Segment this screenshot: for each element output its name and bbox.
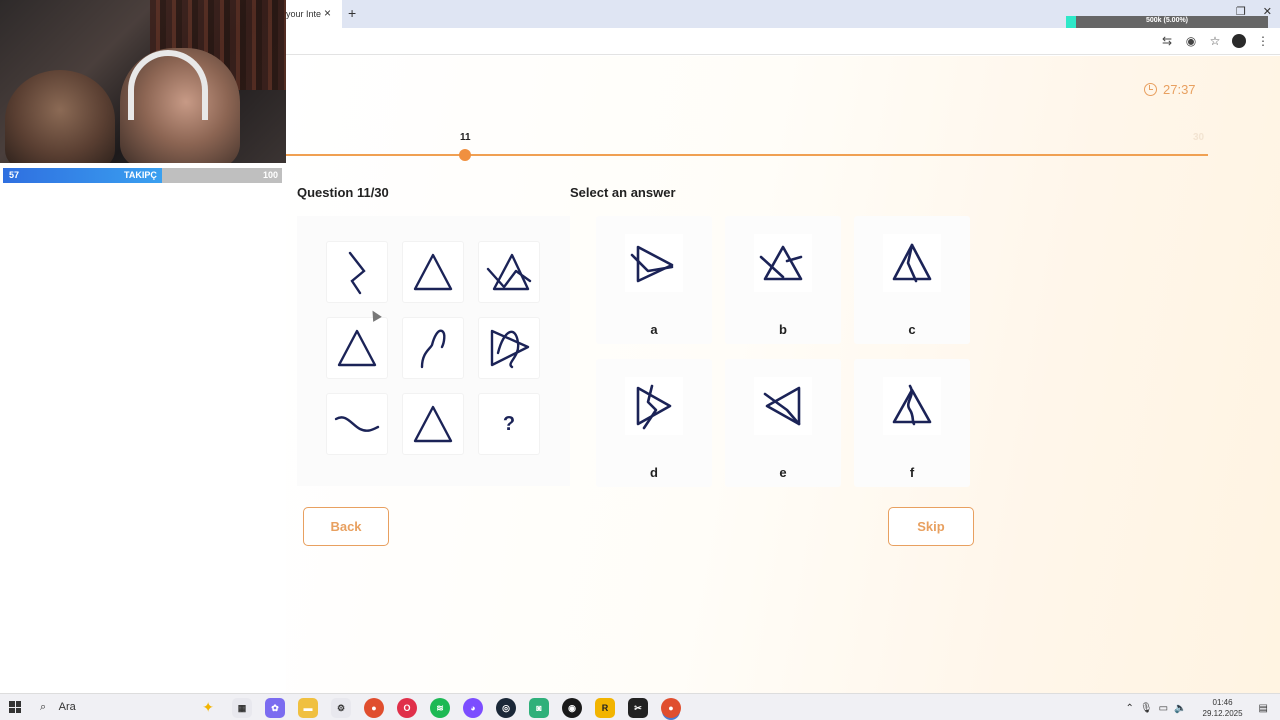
stream-goal-text: 500k (5.00%) <box>1145 17 1189 24</box>
answer-option-c[interactable]: c <box>854 216 970 344</box>
new-tab-button[interactable]: + <box>348 5 356 21</box>
taskbar-search[interactable]: ⌕ Ara ✦ <box>32 697 222 718</box>
chrome-active-icon[interactable]: ● <box>661 698 681 718</box>
follower-label: TAKIPÇ <box>124 170 157 180</box>
steam-icon[interactable]: ◎ <box>496 698 516 718</box>
puzzle-cell-triangle <box>402 241 464 303</box>
follower-goal: 100 <box>262 170 278 180</box>
answer-option-f[interactable]: f <box>854 359 970 487</box>
answer-label: e <box>779 465 787 480</box>
puzzle-cell-tangled-triangle <box>478 317 540 379</box>
webcam-overlay <box>0 0 286 163</box>
taskbar-clock[interactable]: 01:46 29.12.2025 <box>1203 697 1243 719</box>
taskbar-time: 01:46 <box>1212 698 1233 707</box>
answer-label: b <box>779 322 787 337</box>
puzzle-cell-question: ? <box>478 393 540 455</box>
follower-goal-bar: 57 TAKIPÇ 100 <box>3 168 282 183</box>
translate-icon[interactable]: ⇆ <box>1160 34 1174 48</box>
eye-off-icon[interactable]: ◉ <box>1184 34 1198 48</box>
file-explorer-icon[interactable]: ▬ <box>298 698 318 718</box>
timer-value: 27:37 <box>1163 82 1196 97</box>
quiz-page: 27:37 11 30 Question 11/30 Select an ans… <box>286 56 1280 693</box>
volume-icon[interactable]: 🔈 <box>1174 703 1186 714</box>
question-label: Question 11/30 <box>297 185 389 200</box>
answer-label: c <box>908 322 916 337</box>
stream-goal-bar: 500k (5.00%) <box>1066 16 1268 28</box>
progress-thumb <box>459 149 471 161</box>
tab-title: your Inte <box>286 9 322 19</box>
search-icon: ⌕ <box>40 701 47 713</box>
browser-tab[interactable]: your Inte × <box>286 0 342 28</box>
copilot-sparkle-icon: ✦ <box>202 699 214 715</box>
answer-label: f <box>909 465 915 480</box>
notifications-icon[interactable]: ▤ <box>1259 703 1268 714</box>
progress-track <box>286 154 1208 156</box>
timer: 27:37 <box>1144 82 1196 97</box>
puzzle-cell-s-curve <box>402 317 464 379</box>
question-mark: ? <box>502 412 516 435</box>
copilot-app-icon[interactable]: ✿ <box>265 698 285 718</box>
skip-button[interactable]: Skip <box>888 507 974 546</box>
answer-option-a[interactable]: a <box>596 216 712 344</box>
taskbar-date: 29.12.2025 <box>1202 709 1243 718</box>
answer-label: d <box>650 465 658 480</box>
puzzle-cell-zigzag <box>326 241 388 303</box>
puzzle-cell-wave <box>326 393 388 455</box>
answer-option-e[interactable]: e <box>725 359 841 487</box>
puzzle-cell-triangle <box>326 317 388 379</box>
back-button[interactable]: Back <box>303 507 389 546</box>
puzzle-grid: ? <box>297 216 570 486</box>
answer-option-b[interactable]: b <box>725 216 841 344</box>
rockstar-icon[interactable]: R <box>595 698 615 718</box>
total-questions: 30 <box>1193 132 1205 143</box>
current-question-number: 11 <box>460 132 471 143</box>
search-placeholder: Ara <box>58 701 76 713</box>
settings-icon[interactable]: ⚙ <box>331 698 351 718</box>
clock-icon <box>1144 83 1157 96</box>
network-icon[interactable]: ▭ <box>1159 703 1168 714</box>
chrome-icon[interactable]: ● <box>364 698 384 718</box>
chevron-up-icon[interactable]: ⌃ <box>1126 703 1134 714</box>
windows-start-icon[interactable] <box>9 701 21 713</box>
obs-icon[interactable]: ◉ <box>562 698 582 718</box>
opera-icon[interactable]: O <box>397 698 417 718</box>
discord-icon[interactable]: ◕ <box>463 698 483 718</box>
microphone-icon[interactable]: 🎙 <box>1140 703 1153 714</box>
follower-count: 57 <box>9 170 20 180</box>
menu-icon[interactable]: ⋮ <box>1256 34 1270 48</box>
spotify-icon[interactable]: ≋ <box>430 698 450 718</box>
puzzle-cell-triangle <box>402 393 464 455</box>
answer-heading: Select an answer <box>570 185 676 200</box>
person-left <box>5 70 115 163</box>
close-tab-icon[interactable]: × <box>324 6 331 20</box>
answer-option-d[interactable]: d <box>596 359 712 487</box>
answer-label: a <box>650 322 658 337</box>
puzzle-cell-crossed-triangle <box>478 241 540 303</box>
taskbar-apps: ▦ ✿ ▬ ⚙ ● O ≋ ◕ ◎ ◙ ◉ R ✂ ● <box>232 698 681 718</box>
star-icon[interactable]: ☆ <box>1208 34 1222 48</box>
task-view-icon[interactable]: ▦ <box>232 698 252 718</box>
headset <box>128 50 208 120</box>
capcut-icon[interactable]: ✂ <box>628 698 648 718</box>
taskbar: ⌕ Ara ✦ ▦ ✿ ▬ ⚙ ● O ≋ ◕ ◎ ◙ ◉ R ✂ ● ⌃ 🎙 … <box>0 693 1280 720</box>
android-app-icon[interactable]: ◙ <box>529 698 549 718</box>
browser-toolbar: ⇆ ◉ ☆ ⋮ <box>286 28 1280 55</box>
profile-avatar[interactable] <box>1232 34 1246 48</box>
system-tray: ⌃ 🎙 ▭ 🔈 01:46 29.12.2025 ▤ <box>1126 697 1269 719</box>
